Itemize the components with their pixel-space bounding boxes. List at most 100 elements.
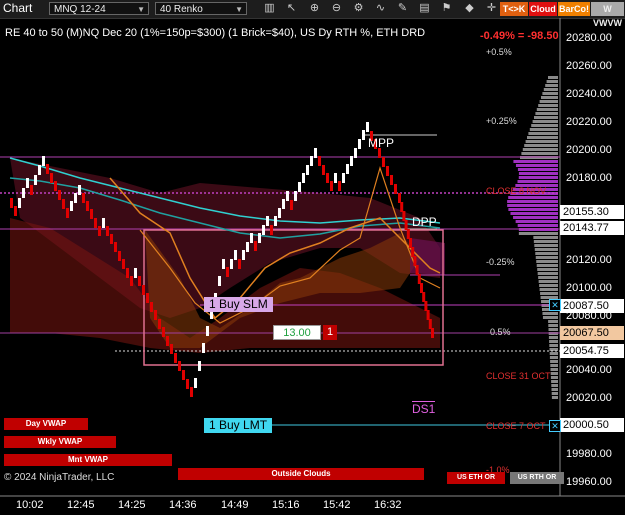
volume-profile-bar bbox=[534, 244, 558, 247]
volume-profile-bar bbox=[536, 108, 558, 111]
volume-profile-bar bbox=[518, 232, 558, 235]
wkly-vwap-button[interactable]: Wkly VWAP bbox=[4, 436, 116, 448]
mnt-vwap-button[interactable]: Mnt VWAP bbox=[4, 454, 172, 466]
volume-profile-bar bbox=[532, 120, 558, 123]
time-tick: 10:02 bbox=[16, 499, 44, 511]
cancel-order-icon[interactable]: ✕ bbox=[549, 299, 561, 311]
renko-brick bbox=[218, 276, 221, 286]
change-readout: -0.49% = -98.50 bbox=[480, 30, 559, 42]
renko-brick bbox=[338, 181, 341, 191]
volume-profile-bar bbox=[518, 176, 558, 179]
barco-button[interactable]: BarCo! bbox=[558, 2, 590, 16]
day-vwap-button[interactable]: Day VWAP bbox=[4, 418, 88, 430]
renko-brick bbox=[74, 193, 77, 203]
renko-brick bbox=[294, 191, 297, 201]
pct-label: 0.5% bbox=[490, 327, 511, 337]
txk-button[interactable]: T<>K bbox=[500, 2, 528, 16]
bar-type-selector[interactable]: 40 Renko ▼ bbox=[155, 2, 247, 15]
renko-brick bbox=[242, 250, 245, 260]
renko-brick bbox=[306, 165, 309, 175]
volume-profile-bar bbox=[524, 144, 558, 147]
renko-brick bbox=[262, 225, 265, 235]
renko-brick bbox=[362, 130, 365, 140]
indicators-icon[interactable]: ∿ bbox=[374, 2, 387, 15]
outside-clouds-button[interactable]: Outside Clouds bbox=[178, 468, 424, 480]
renko-brick bbox=[126, 268, 129, 278]
zoom-out-icon[interactable]: ⊖ bbox=[330, 2, 343, 15]
zoom-in-icon[interactable]: ⊕ bbox=[308, 2, 321, 15]
renko-brick bbox=[14, 206, 17, 216]
renko-brick bbox=[30, 185, 33, 195]
volume-profile-bar bbox=[538, 280, 558, 283]
renko-brick bbox=[406, 229, 410, 239]
buy-lmt-order[interactable]: 1 Buy LMT bbox=[204, 418, 273, 433]
renko-brick bbox=[398, 193, 401, 203]
vwap-toggle-button[interactable]: W VWVW bbox=[591, 2, 624, 28]
volume-profile-bar bbox=[550, 364, 558, 367]
volume-profile-bar bbox=[542, 92, 558, 95]
renko-brick bbox=[254, 241, 257, 251]
renko-brick bbox=[142, 285, 145, 295]
buy-slm-order[interactable]: 1 Buy SLM bbox=[204, 297, 273, 312]
volume-profile-bar bbox=[551, 388, 558, 391]
us-rth-or-button[interactable]: US RTH OR bbox=[510, 472, 564, 484]
template-icon[interactable]: ▤ bbox=[418, 2, 431, 15]
price-tick: 20200.00 bbox=[566, 144, 612, 156]
position-pnl[interactable]: 13.00 bbox=[273, 325, 321, 340]
volume-profile-bar bbox=[536, 264, 558, 267]
renko-brick bbox=[38, 165, 41, 175]
instrument-selector[interactable]: MNQ 12-24 ▼ bbox=[49, 2, 149, 15]
renko-brick bbox=[26, 178, 29, 188]
strategy-icon[interactable]: ◆ bbox=[463, 2, 476, 15]
cloud-button[interactable]: Cloud bbox=[529, 2, 557, 16]
renko-brick bbox=[411, 247, 415, 257]
renko-brick bbox=[86, 201, 89, 211]
renko-brick bbox=[114, 242, 117, 252]
volume-profile-bar bbox=[538, 104, 558, 107]
volume-profile-bar bbox=[542, 312, 558, 315]
price-tick: 20260.00 bbox=[566, 60, 612, 72]
renko-brick bbox=[290, 200, 293, 210]
us-eth-or-button[interactable]: US ETH OR bbox=[447, 472, 505, 484]
crosshair-icon[interactable]: ✛ bbox=[485, 2, 498, 15]
last-price-marker: 20054.75 bbox=[560, 344, 624, 358]
renko-brick bbox=[382, 157, 385, 167]
renko-brick bbox=[118, 251, 121, 261]
pct-label: -0.25% bbox=[486, 257, 515, 267]
chart-trader-icon[interactable]: ⚑ bbox=[440, 2, 453, 15]
time-tick: 14:36 bbox=[169, 499, 197, 511]
time-tick: 16:32 bbox=[374, 499, 402, 511]
bar-type-value: 40 Renko bbox=[160, 4, 203, 15]
pointer-icon[interactable]: ↖ bbox=[285, 2, 298, 15]
volume-profile-bar bbox=[535, 256, 558, 259]
volume-profile-bar bbox=[537, 268, 558, 271]
renko-brick bbox=[102, 218, 105, 228]
renko-brick bbox=[314, 148, 317, 158]
pct-label: +0.25% bbox=[486, 116, 517, 126]
properties-icon[interactable]: ⚙ bbox=[352, 2, 365, 15]
drawing-tool-icon[interactable]: ✎ bbox=[396, 2, 409, 15]
volume-profile-bar bbox=[535, 252, 558, 255]
volume-profile-bar bbox=[549, 340, 558, 343]
volume-profile-bar bbox=[551, 396, 558, 399]
renko-brick bbox=[426, 310, 430, 320]
volume-profile-bar bbox=[517, 224, 558, 227]
renko-brick bbox=[274, 216, 277, 226]
volume-profile-bar bbox=[508, 196, 558, 199]
cancel-order-icon[interactable]: ✕ bbox=[549, 420, 561, 432]
bar-chart-icon[interactable]: ▥ bbox=[263, 2, 276, 15]
renko-brick bbox=[366, 122, 369, 132]
position-qty[interactable]: 1 bbox=[323, 325, 337, 340]
renko-brick bbox=[298, 182, 301, 192]
renko-brick bbox=[258, 233, 261, 243]
price-tick: 20280.00 bbox=[566, 32, 612, 44]
volume-profile-bar bbox=[551, 392, 558, 395]
renko-brick bbox=[420, 283, 423, 293]
chart-info-text: RE 40 to 50 (M)NQ Dec 20 (1%=150p=$300) … bbox=[5, 27, 426, 39]
volume-profile-bar bbox=[507, 200, 558, 203]
price-marker: 20155.30 bbox=[560, 205, 624, 219]
volume-profile-bar bbox=[529, 128, 558, 131]
volume-profile-bar bbox=[521, 152, 558, 155]
volume-profile-bar bbox=[536, 260, 558, 263]
volume-profile-bar bbox=[528, 132, 558, 135]
